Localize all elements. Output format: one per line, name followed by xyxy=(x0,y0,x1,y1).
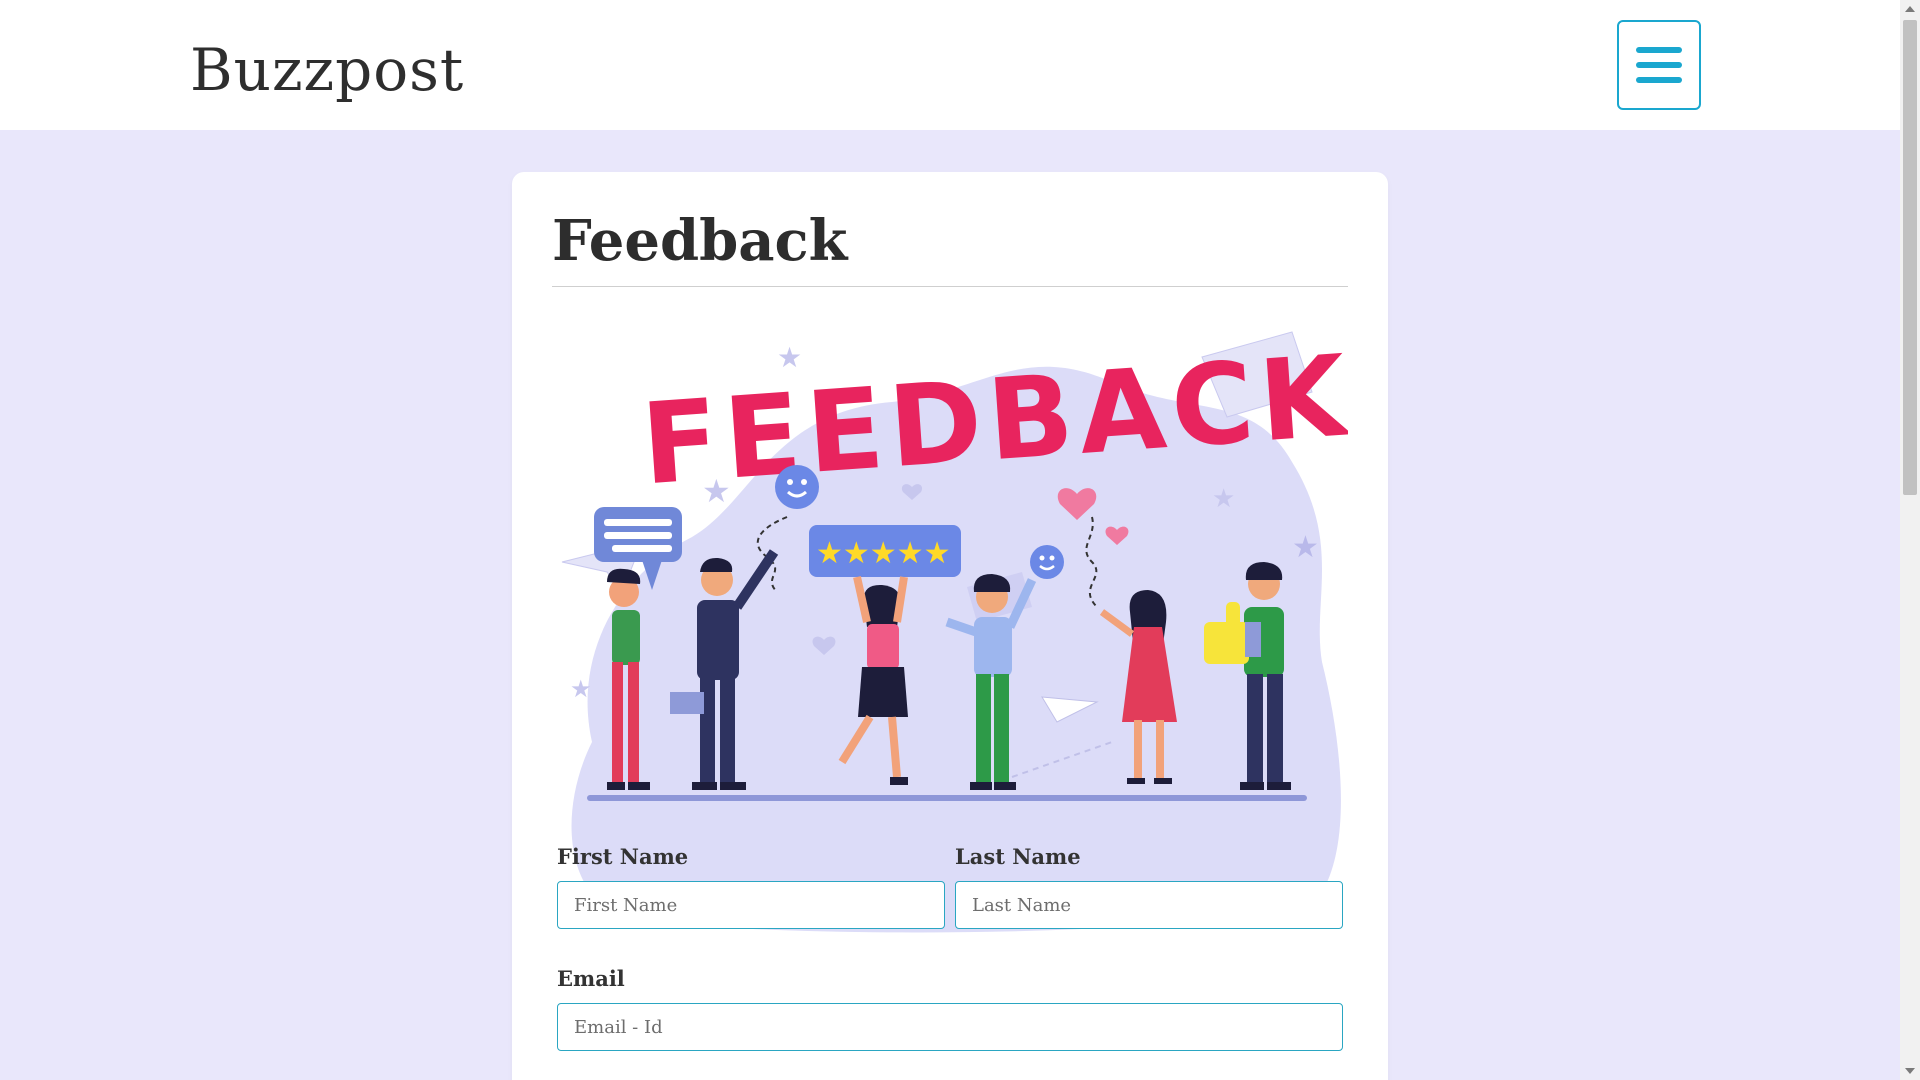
page-title: Feedback xyxy=(552,208,848,274)
ground-line xyxy=(587,795,1307,801)
first-name-label: First Name xyxy=(557,844,689,869)
hamburger-menu-icon-bar xyxy=(1636,77,1682,83)
first-name-input[interactable] xyxy=(557,881,945,929)
scroll-up-icon[interactable] xyxy=(1905,6,1915,12)
svg-text:★: ★ xyxy=(1212,484,1235,514)
scrollbar-thumb[interactable] xyxy=(1903,20,1917,495)
feedback-card: Feedback ★ ★ ★ ★ ★ FEEDBACK ★★★★★ First … xyxy=(512,172,1388,1080)
hamburger-menu-icon xyxy=(1636,47,1682,53)
star-rating-banner: ★★★★★ xyxy=(809,525,961,577)
top-navbar: Buzzpost xyxy=(0,0,1900,130)
last-name-input[interactable] xyxy=(955,881,1343,929)
feedback-illustration: ★ ★ ★ ★ ★ FEEDBACK ★★★★★ xyxy=(561,331,1348,933)
page-scrollbar[interactable] xyxy=(1900,0,1920,1080)
smiley-icon xyxy=(775,465,819,509)
email-input[interactable] xyxy=(557,1003,1343,1051)
hamburger-menu-icon-bar xyxy=(1636,62,1682,68)
scroll-down-icon[interactable] xyxy=(1905,1068,1915,1074)
svg-text:★: ★ xyxy=(570,675,592,703)
smiley-icon-2 xyxy=(1030,545,1064,579)
hamburger-menu-button[interactable] xyxy=(1617,20,1701,110)
svg-text:★: ★ xyxy=(1292,530,1319,565)
email-label: Email xyxy=(557,966,625,991)
title-divider xyxy=(552,286,1348,287)
brand-logo[interactable]: Buzzpost xyxy=(190,36,464,104)
rating-stars: ★★★★★ xyxy=(816,536,950,571)
last-name-label: Last Name xyxy=(955,844,1081,869)
